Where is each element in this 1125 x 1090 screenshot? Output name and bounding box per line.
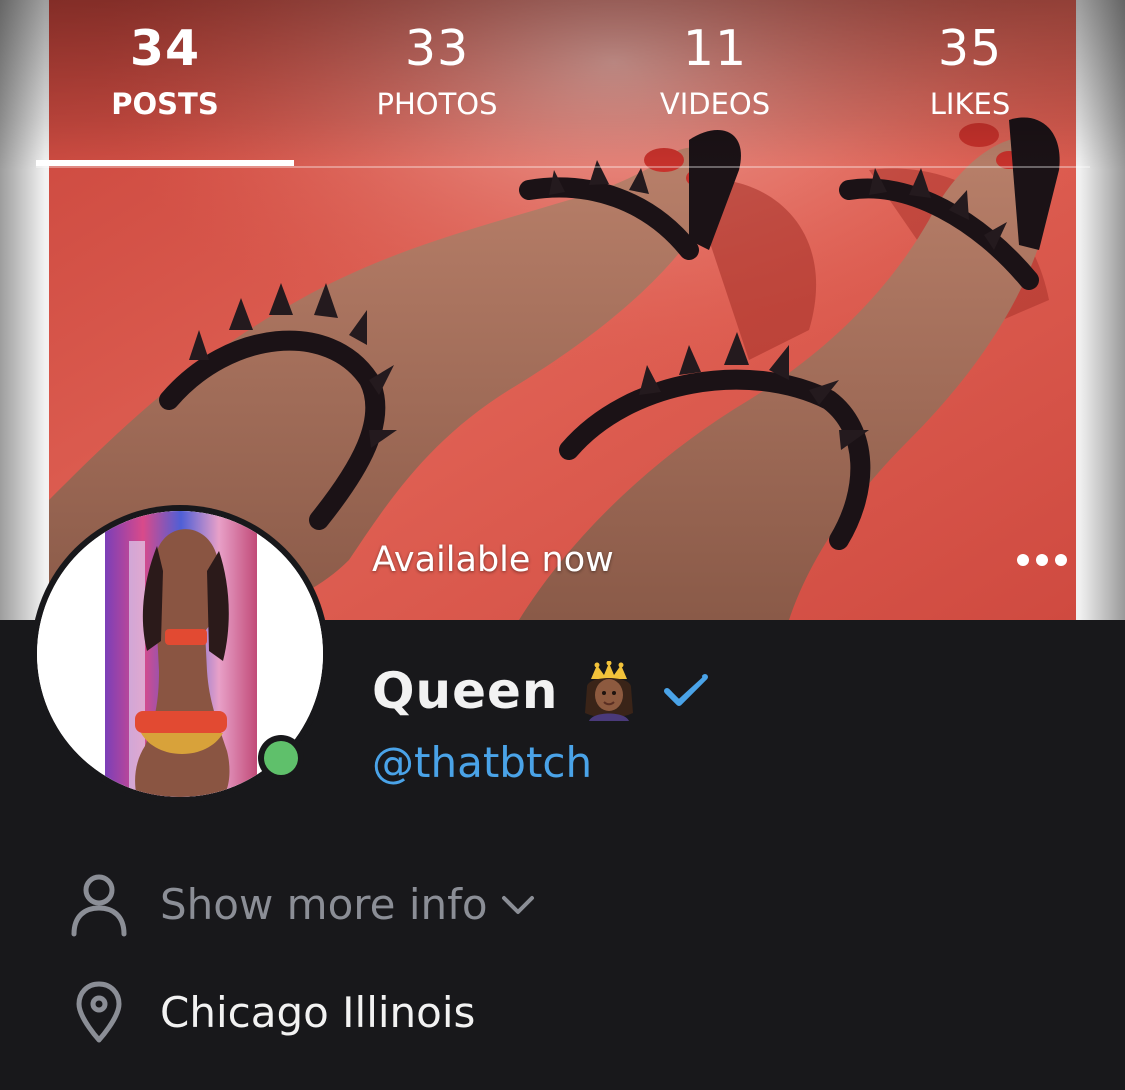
profile-name-row: Queen xyxy=(372,658,709,724)
videos-label: VIDEOS xyxy=(659,87,771,121)
menu-dot xyxy=(1017,554,1029,566)
tab-videos[interactable]: 11 VIDEOS xyxy=(585,18,845,124)
active-tab-indicator xyxy=(36,160,294,166)
tab-photos[interactable]: 33 PHOTOS xyxy=(307,18,567,124)
user-icon xyxy=(66,872,132,938)
photos-label: PHOTOS xyxy=(376,87,498,121)
photos-count: 33 xyxy=(404,20,470,77)
display-name: Queen xyxy=(372,662,559,720)
verified-check-icon xyxy=(663,674,708,706)
crown-princess-emoji xyxy=(584,661,633,721)
chevron-down-icon xyxy=(501,896,534,914)
menu-dot xyxy=(1055,554,1067,566)
tab-likes[interactable]: 35 LIKES xyxy=(840,18,1100,124)
map-pin-icon xyxy=(66,980,132,1046)
ellipsis-horizontal-icon[interactable] xyxy=(1013,545,1071,575)
posts-label: POSTS xyxy=(111,87,219,121)
posts-count: 34 xyxy=(129,20,201,77)
online-status-indicator xyxy=(258,735,304,781)
show-more-info-toggle[interactable]: Show more info xyxy=(66,872,536,938)
location-row: Chicago Illinois xyxy=(66,980,475,1046)
location-label: Chicago Illinois xyxy=(160,988,476,1037)
username-link[interactable]: @thatbtch xyxy=(372,736,592,790)
profile-page: 34 POSTS 33 PHOTOS 11 VIDEOS 35 LIKES Av… xyxy=(0,0,1125,1090)
likes-label: LIKES xyxy=(929,87,1011,121)
tabs-divider xyxy=(36,166,1090,168)
tab-posts[interactable]: 34 POSTS xyxy=(35,18,295,124)
likes-count: 35 xyxy=(937,20,1003,77)
profile-tabs: 34 POSTS 33 PHOTOS 11 VIDEOS 35 LIKES xyxy=(0,0,1125,168)
menu-dot xyxy=(1036,554,1048,566)
status-text: Available now xyxy=(372,540,614,580)
show-more-info-label: Show more info xyxy=(160,880,488,929)
videos-count: 11 xyxy=(682,20,748,77)
